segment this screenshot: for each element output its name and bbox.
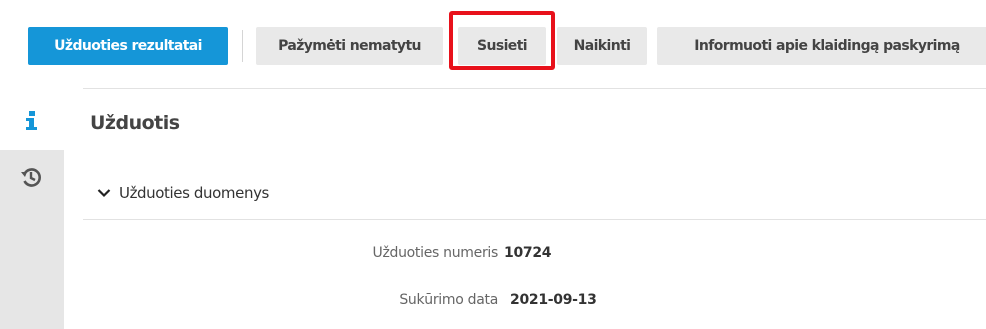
toolbar-divider (83, 88, 986, 89)
info-icon (26, 111, 37, 130)
field-label: Užduoties numeris (372, 245, 499, 261)
delete-button[interactable]: Naikinti (557, 27, 647, 65)
history-icon[interactable] (20, 166, 42, 188)
section-toggle[interactable]: Užduoties duomenys (97, 184, 269, 202)
field-value: 10724 (504, 245, 552, 261)
chevron-down-icon (97, 189, 111, 198)
field-label: Sukūrimo data (399, 292, 498, 308)
highlight-box (449, 11, 555, 70)
sidebar-tab-info[interactable] (0, 100, 64, 150)
section-label: Užduoties duomenys (119, 184, 269, 202)
page-title: Užduotis (90, 112, 180, 134)
toolbar-separator (242, 30, 243, 62)
side-panel (0, 100, 64, 329)
mark-unseen-button[interactable]: Pažymėti nematytu (256, 27, 443, 65)
section-divider (83, 219, 986, 220)
report-wrong-assignment-button[interactable]: Informuoti apie klaidingą paskyrimą (657, 27, 986, 65)
field-value: 2021-09-13 (510, 292, 597, 308)
toolbar: Užduoties rezultatai Pažymėti nematytu S… (0, 0, 986, 88)
task-results-button[interactable]: Užduoties rezultatai (28, 27, 228, 65)
